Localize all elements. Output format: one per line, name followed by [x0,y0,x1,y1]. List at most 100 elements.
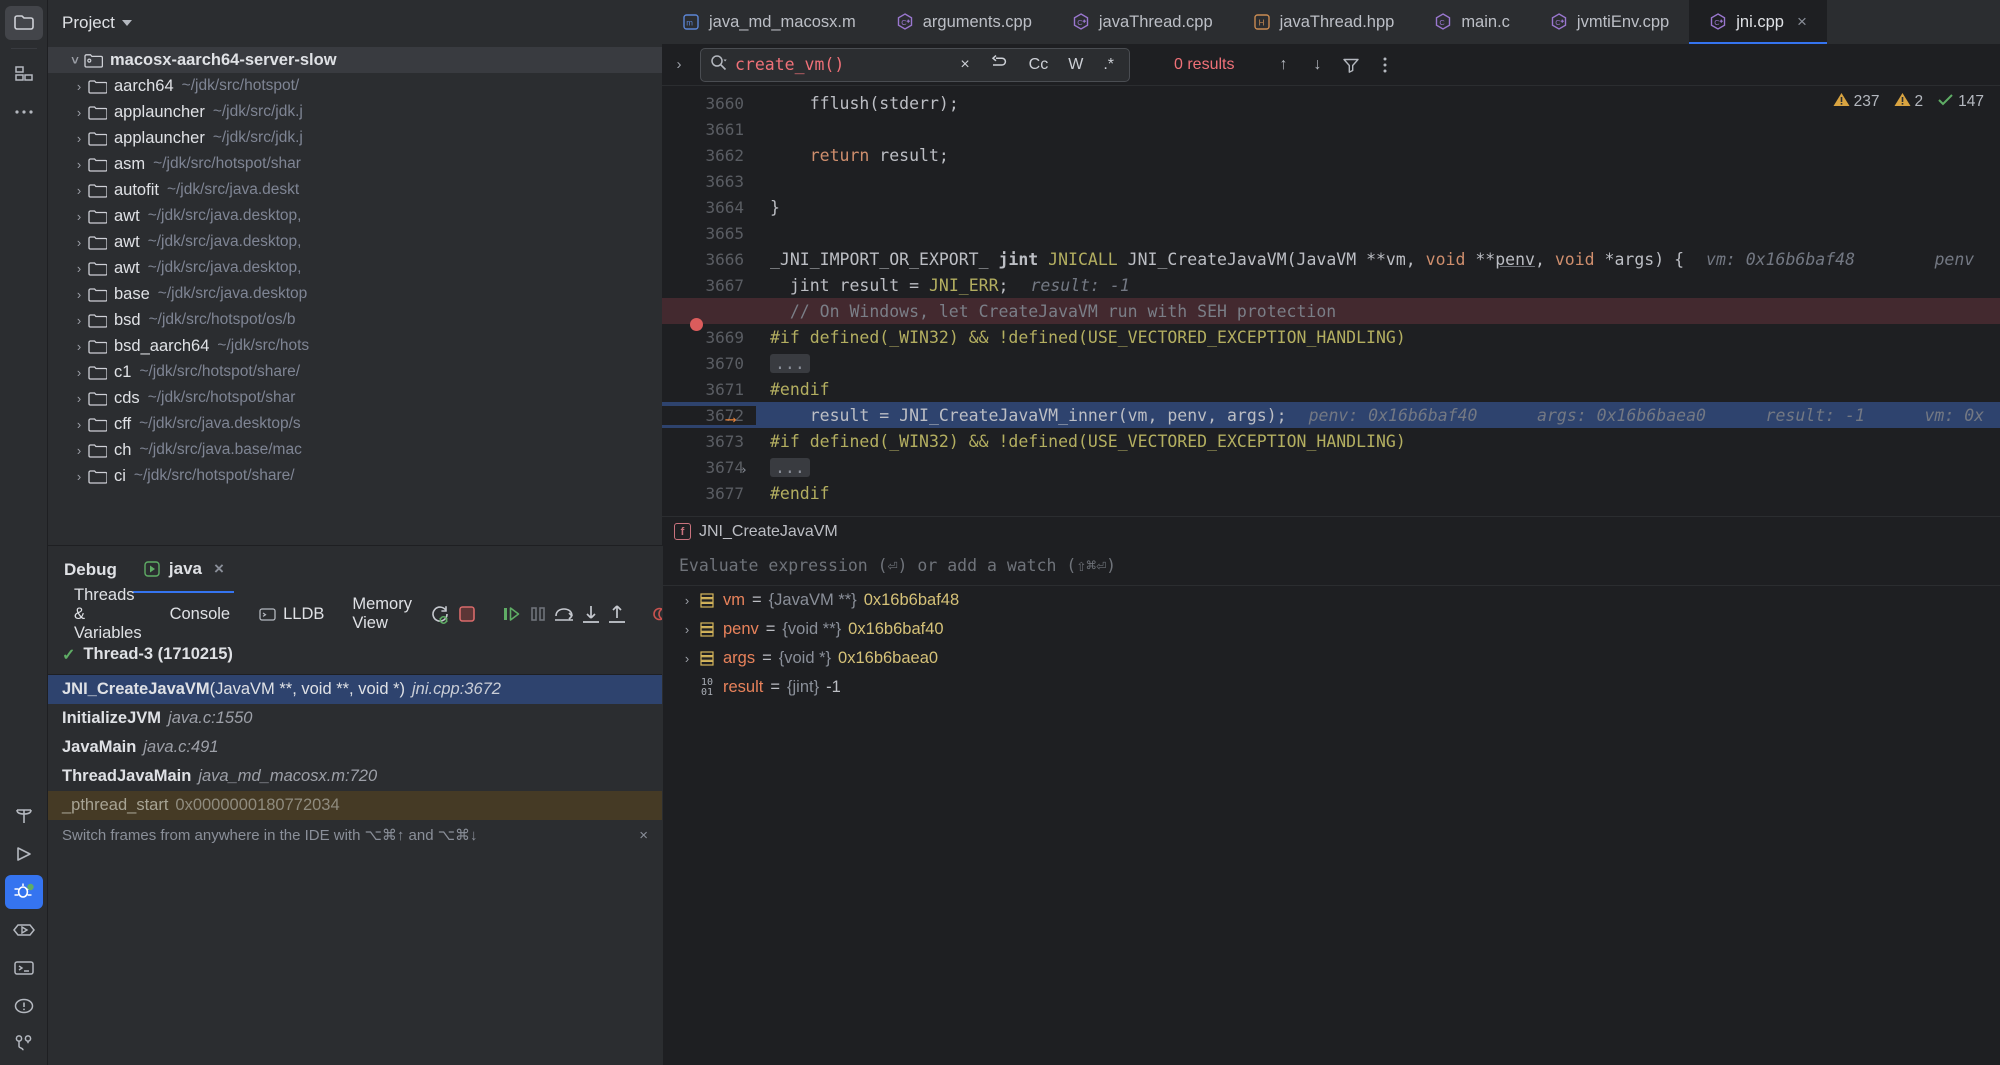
code-line-3663[interactable]: 3663 [662,168,2000,194]
tree-item-ch[interactable]: ›ch~/jdk/src/java.base/mac [48,437,662,463]
tree-item-c1[interactable]: ›c1~/jdk/src/hotspot/share/ [48,359,662,385]
stop-button[interactable] [457,598,477,630]
folded-code-region[interactable]: ... [770,458,810,477]
chevron-right-icon[interactable]: › [70,209,88,224]
variable-row-result[interactable]: 1001result={jint}-1 [663,673,2000,702]
chevron-down-icon[interactable]: ˅ [66,53,84,68]
find-expand-toggle[interactable]: › [662,56,696,73]
editor-tab-javaThread.hpp[interactable]: HjavaThread.hpp [1233,0,1415,44]
call-stack-frames[interactable]: JNI_CreateJavaVM(JavaVM **, void **, voi… [48,675,662,820]
find-previous-button[interactable]: ↑ [1268,50,1298,80]
line-number-gutter[interactable]: 3663 [662,172,756,191]
code-line-3671[interactable]: 3671#endif [662,376,2000,402]
chevron-right-icon[interactable]: › [70,79,88,94]
frame-row[interactable]: ThreadJavaMainjava_md_macosx.m:720 [48,762,662,791]
resume-program-button[interactable] [501,598,523,630]
chevron-right-icon[interactable]: › [70,235,88,250]
tree-root-node[interactable]: ˅ macosx-aarch64-server-slow [48,47,662,73]
tree-item-awt[interactable]: ›awt~/jdk/src/java.desktop, [48,229,662,255]
tree-item-ci[interactable]: ›ci~/jdk/src/hotspot/share/ [48,463,662,489]
tree-item-aarch64[interactable]: ›aarch64~/jdk/src/hotspot/ [48,73,662,99]
sidebar-item-structure[interactable] [5,57,43,91]
search-input[interactable]: create_vm() × Cc W .* [700,48,1130,82]
variables-list[interactable]: ›vm={JavaVM **}0x16b6baf48›penv={void **… [663,586,2000,702]
step-into-button[interactable] [581,598,601,630]
code-line-3677[interactable]: 3677#endif [662,480,2000,506]
code-line-3672[interactable]: ⟶3672 result = JNI_CreateJavaVM_inner(vm… [662,402,2000,428]
code-line-3664[interactable]: 3664} [662,194,2000,220]
code-line-3660[interactable]: 3660 fflush(stderr); [662,90,2000,116]
line-number-gutter[interactable]: 3660 [662,94,756,113]
sidebar-item-build[interactable] [5,799,43,833]
line-number-gutter[interactable]: 3669 [662,328,756,347]
sidebar-item-more[interactable] [5,95,43,129]
find-next-button[interactable]: ↓ [1302,50,1332,80]
chevron-right-icon[interactable]: › [70,339,88,354]
chevron-right-icon[interactable]: › [70,105,88,120]
clear-search-icon[interactable]: × [954,56,975,74]
variable-row-args[interactable]: ›args={void *}0x16b6baea0 [663,644,2000,673]
code-line-3665[interactable]: 3665 [662,220,2000,246]
step-out-button[interactable] [607,598,627,630]
code-line-3673[interactable]: 3673#if defined(_WIN32) && !defined(USE_… [662,428,2000,454]
code-line-3662[interactable]: 3662 return result; [662,142,2000,168]
chevron-right-icon[interactable]: › [70,313,88,328]
tab-console[interactable]: Console [156,593,245,635]
sidebar-item-project[interactable] [5,6,43,40]
whole-words-toggle[interactable]: W [1062,56,1089,74]
line-number-gutter[interactable]: ⟶3672 [662,406,756,425]
line-number-gutter[interactable]: 3673 [662,432,756,451]
tree-item-awt[interactable]: ›awt~/jdk/src/java.desktop, [48,255,662,281]
code-editor[interactable]: 3660 fflush(stderr);36613662 return resu… [662,86,2000,516]
line-number-gutter[interactable]: 3664 [662,198,756,217]
frame-row[interactable]: _pthread_start0x0000000180772034 [48,791,662,820]
tree-item-asm[interactable]: ›asm~/jdk/src/hotspot/shar [48,151,662,177]
close-icon[interactable]: × [1793,12,1807,32]
code-line-3670[interactable]: 3670... [662,350,2000,376]
chevron-right-icon[interactable]: › [70,391,88,406]
chevron-right-icon[interactable]: › [70,131,88,146]
tab-lldb[interactable]: LLDB [244,593,338,635]
frame-row[interactable]: JavaMainjava.c:491 [48,733,662,762]
line-number-gutter[interactable]: 3665 [662,224,756,243]
chevron-right-icon[interactable]: › [70,261,88,276]
chevron-right-icon[interactable]: › [70,157,88,172]
line-number-gutter[interactable]: ›3674 [662,458,756,477]
editor-tab-javaThread.cpp[interactable]: CjavaThread.cpp [1052,0,1233,44]
editor-tab-jni.cpp[interactable]: Cjni.cpp× [1689,0,1827,44]
sidebar-item-services[interactable] [5,913,43,947]
pause-program-button[interactable] [529,598,547,630]
rerun-debug-button[interactable] [429,598,451,630]
sidebar-item-debug[interactable] [5,875,43,909]
close-icon[interactable]: × [210,559,224,579]
code-lines[interactable]: 3660 fflush(stderr);36613662 return resu… [662,86,2000,506]
tree-item-applauncher[interactable]: ›applauncher~/jdk/src/jdk.j [48,125,662,151]
code-line-3667[interactable]: 3667 jint result = JNI_ERR;result: -1 [662,272,2000,298]
variable-row-vm[interactable]: ›vm={JavaVM **}0x16b6baf48 [663,586,2000,615]
tab-threads-and-variables[interactable]: Threads & Variables [60,593,156,635]
line-number-gutter[interactable]: 3662 [662,146,756,165]
tree-item-autofit[interactable]: ›autofit~/jdk/src/java.deskt [48,177,662,203]
variable-row-penv[interactable]: ›penv={void **}0x16b6baf40 [663,615,2000,644]
line-number-gutter[interactable]: 3670 [662,354,756,373]
sidebar-item-problems[interactable] [5,989,43,1023]
code-line-3666[interactable]: 3666_JNI_IMPORT_OR_EXPORT_ jint JNICALL … [662,246,2000,272]
chevron-right-icon[interactable]: › [70,287,88,302]
step-over-button[interactable] [553,598,575,630]
close-icon[interactable]: × [639,827,648,844]
code-line-3669[interactable]: 3669#if defined(_WIN32) && !defined(USE_… [662,324,2000,350]
chevron-right-icon[interactable]: › [70,443,88,458]
code-line-3674[interactable]: ›3674... [662,454,2000,480]
find-more-options-button[interactable] [1370,50,1400,80]
chevron-right-icon[interactable]: › [677,651,697,666]
line-number-gutter[interactable]: 3677 [662,484,756,503]
editor-tab-jvmtiEnv.cpp[interactable]: CjvmtiEnv.cpp [1530,0,1689,44]
inspections-widget[interactable]: 237 2 147 [1833,92,1984,112]
line-number-gutter[interactable]: 3666 [662,250,756,269]
regex-toggle[interactable]: .* [1097,56,1120,74]
frame-row[interactable]: JNI_CreateJavaVM(JavaVM **, void **, voi… [48,675,662,704]
editor-tab-java_md_macosx.m[interactable]: mjava_md_macosx.m [662,0,876,44]
editor-tab-arguments.cpp[interactable]: Carguments.cpp [876,0,1052,44]
chevron-right-icon[interactable]: › [70,469,88,484]
folded-code-region[interactable]: ... [770,354,810,373]
